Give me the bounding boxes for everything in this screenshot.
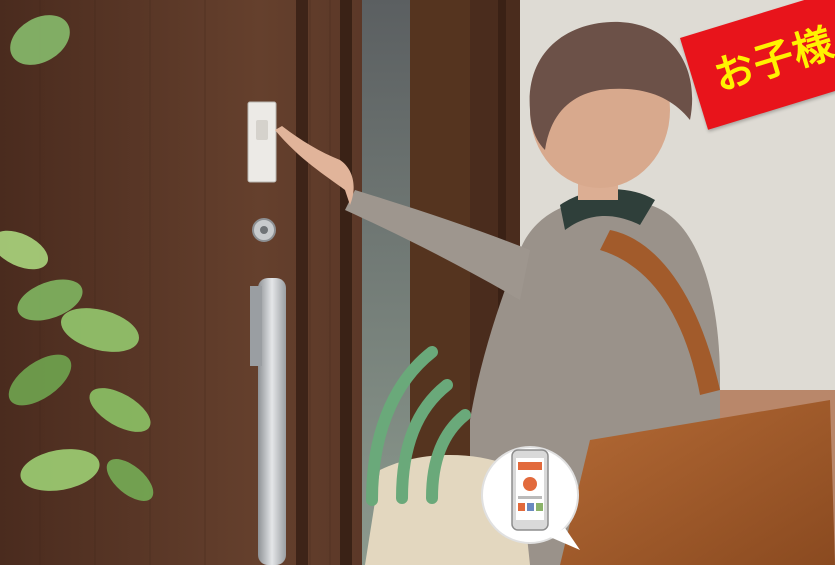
photo-scene: お子様 [0, 0, 835, 565]
door-button-panel [247, 101, 277, 183]
door-handle [258, 278, 286, 565]
promo-banner-text: お子様 [708, 20, 835, 101]
smartphone-icon [511, 449, 549, 531]
